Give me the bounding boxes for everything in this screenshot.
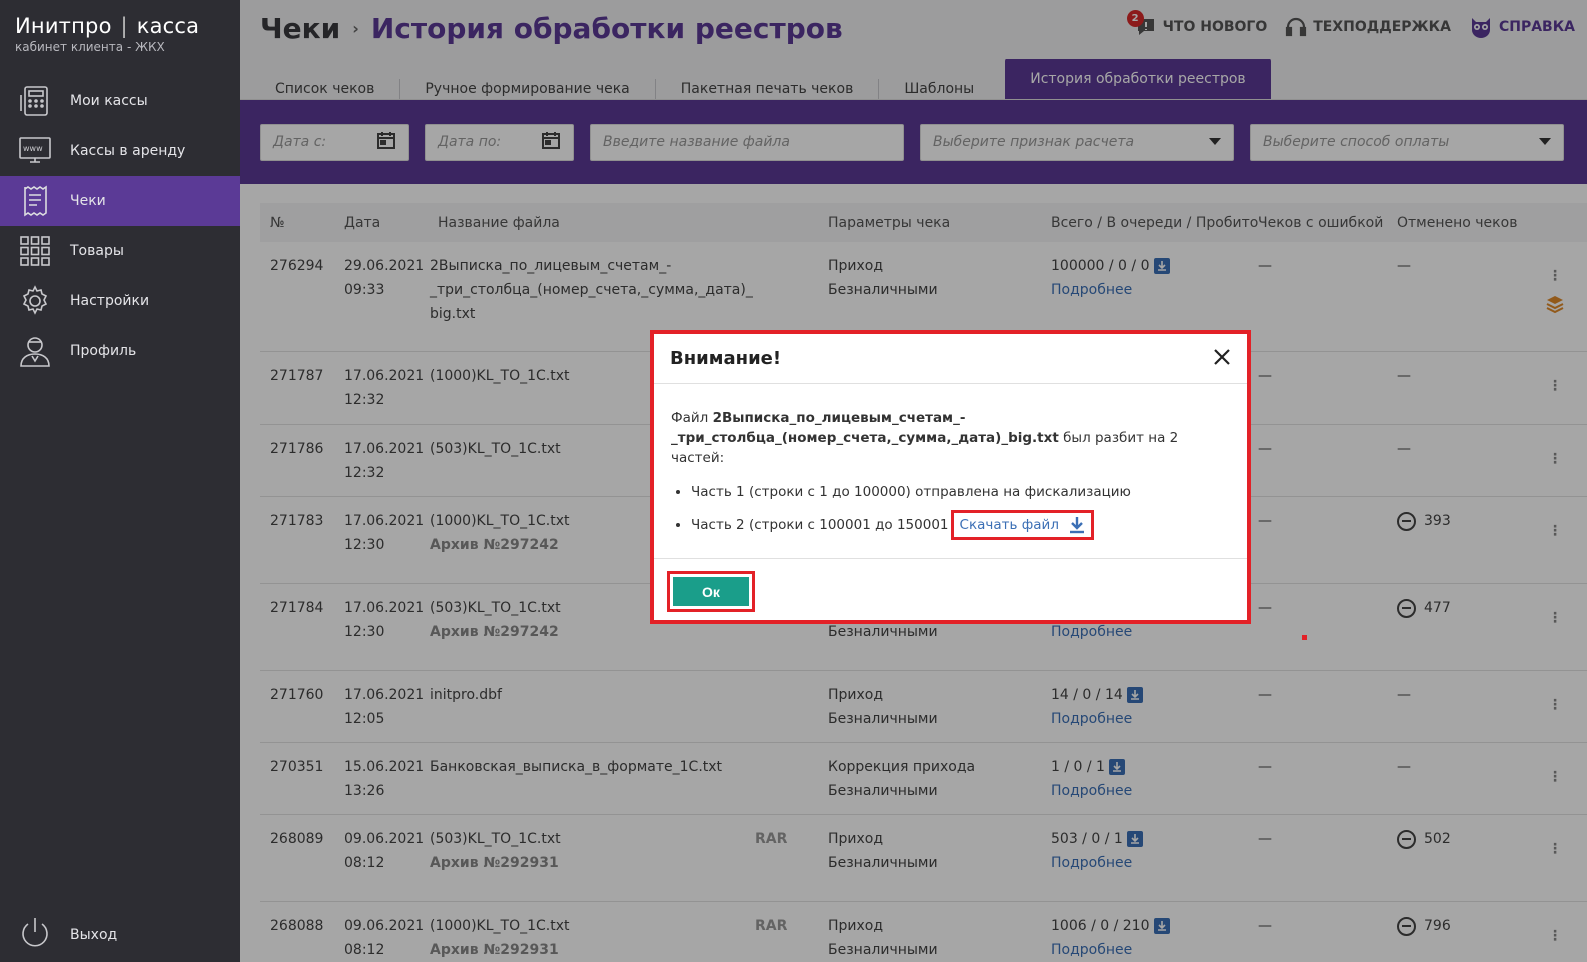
ok-highlight: Ок — [667, 571, 755, 612]
receipt-icon — [18, 184, 52, 218]
cash-register-icon — [18, 84, 52, 118]
grid-icon — [18, 234, 52, 268]
red-marker — [1302, 635, 1307, 640]
download-file-label: Скачать файл — [959, 517, 1059, 533]
sidebar-item-settings[interactable]: Настройки — [0, 276, 240, 326]
logout-label: Выход — [70, 927, 118, 943]
logout-button[interactable]: Выход — [18, 916, 117, 954]
ok-button[interactable]: Ок — [673, 577, 749, 606]
sidebar-item-my-registers[interactable]: Мои кассы — [0, 76, 240, 126]
sidebar-item-goods[interactable]: Товары — [0, 226, 240, 276]
user-icon — [18, 334, 52, 368]
dialog-title: Внимание! — [670, 348, 782, 369]
sidebar-item-label: Товары — [70, 243, 124, 259]
sidebar-item-label: Мои кассы — [70, 93, 148, 109]
sidebar-item-label: Чеки — [70, 193, 106, 209]
sidebar-item-label: Настройки — [70, 293, 150, 309]
download-arrow-icon — [1069, 516, 1085, 534]
message-file-name: 2Выписка_по_лицевым_счетам_-_три_столбца… — [671, 410, 1059, 446]
close-icon[interactable] — [1213, 348, 1231, 370]
brand-separator: | — [120, 14, 128, 38]
download-file-link[interactable]: Скачать файл — [950, 510, 1094, 540]
brand-suffix: касса — [136, 14, 200, 38]
svg-text:www: www — [23, 144, 43, 153]
attention-dialog: Внимание! Файл 2Выписка_по_лицевым_счета… — [650, 330, 1251, 624]
power-icon — [18, 916, 52, 954]
gear-icon — [18, 284, 52, 318]
message-prefix: Файл — [671, 410, 709, 426]
parts-list: Часть 1 (строки с 1 до 100000) отправлен… — [671, 482, 1230, 540]
sidebar-item-label: Профиль — [70, 343, 137, 359]
sidebar-item-rental-registers[interactable]: www Кассы в аренду — [0, 126, 240, 176]
brand-subtitle: кабинет клиента - ЖКХ — [15, 40, 165, 54]
dialog-message: Файл 2Выписка_по_лицевым_счетам_-_три_ст… — [671, 408, 1230, 468]
www-terminal-icon: www — [18, 134, 52, 168]
brand-name: Инитпро — [15, 14, 112, 38]
logo: Инитпро | касса кабинет клиента - ЖКХ — [0, 0, 240, 54]
sidebar-item-receipts[interactable]: Чеки — [0, 176, 240, 226]
part-2-item: Часть 2 (строки с 100001 до 150001 Скачат… — [691, 510, 1230, 540]
part-2-text: Часть 2 (строки с 100001 до 150001 — [691, 517, 949, 533]
dialog-body: Файл 2Выписка_по_лицевым_счетам_-_три_ст… — [654, 384, 1247, 540]
sidebar-item-profile[interactable]: Профиль — [0, 326, 240, 376]
part-1-item: Часть 1 (строки с 1 до 100000) отправлен… — [691, 482, 1230, 502]
dialog-footer: Ок — [654, 558, 1247, 624]
sidebar-nav: Мои кассы www Кассы в аренду Чеки Товары… — [0, 76, 240, 376]
sidebar: Инитпро | касса кабинет клиента - ЖКХ Мо… — [0, 0, 240, 962]
dialog-header: Внимание! — [654, 334, 1247, 384]
sidebar-item-label: Кассы в аренду — [70, 143, 186, 159]
